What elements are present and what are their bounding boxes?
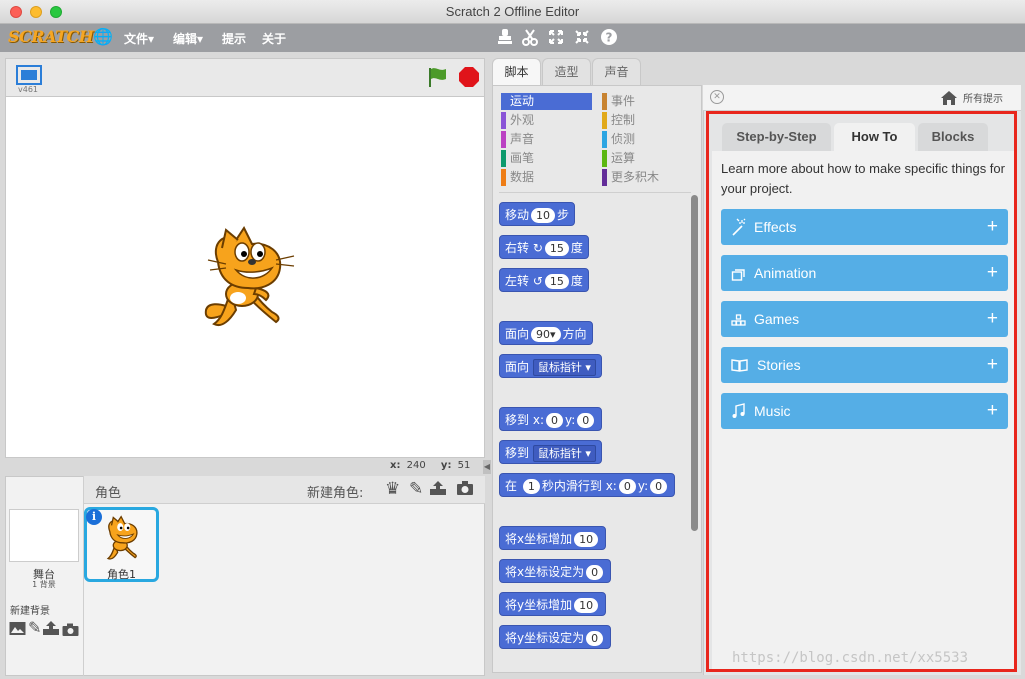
stage-thumbnail[interactable] xyxy=(9,509,79,562)
rotate-counterclockwise-icon: ↺ xyxy=(532,274,543,288)
block-set-x[interactable]: 将x坐标设定为 0 xyxy=(499,559,612,583)
category-motion[interactable]: 运动 xyxy=(501,93,534,110)
block-turn-left[interactable]: 左转 ↺ 15 度 xyxy=(499,268,589,292)
category-pen[interactable]: 画笔 xyxy=(501,150,534,167)
cat-sprite-on-stage[interactable] xyxy=(196,222,296,336)
menu-edit[interactable]: 编辑▾ xyxy=(173,30,203,47)
duplicate-stamp-icon[interactable] xyxy=(497,28,513,50)
glide-y-input[interactable]: 0 xyxy=(650,479,668,494)
change-x-input[interactable]: 10 xyxy=(574,532,599,547)
category-looks[interactable]: 外观 xyxy=(501,112,534,129)
category-events[interactable]: 事件 xyxy=(602,93,635,110)
category-control[interactable]: 控制 xyxy=(602,112,635,129)
menu-bar: SCRATCH 🌐 文件▾ 编辑▾ 提示 关于 ? xyxy=(0,24,1025,52)
goto-x-input[interactable]: 0 xyxy=(546,413,563,428)
watermark: https://blog.csdn.net/xx5533 xyxy=(732,650,969,666)
tab-scripts[interactable]: 脚本 xyxy=(492,58,541,86)
window-title: Scratch 2 Offline Editor xyxy=(445,4,580,19)
stage-header: v461 xyxy=(5,58,485,96)
tips-header: ✕ 所有提示 xyxy=(703,85,1021,111)
turn-left-degrees-input[interactable]: 15 xyxy=(544,274,569,289)
block-go-to-xy[interactable]: 移到 x: 0 y: 0 xyxy=(499,407,603,431)
all-tips-link[interactable]: 所有提示 xyxy=(963,90,1003,105)
move-steps-input[interactable]: 10 xyxy=(531,208,556,223)
block-change-x[interactable]: 将x坐标增加 10 xyxy=(499,526,607,550)
palette-scrollbar[interactable] xyxy=(691,195,698,531)
category-sound[interactable]: 声音 xyxy=(501,131,534,148)
block-set-y[interactable]: 将y坐标设定为 0 xyxy=(499,625,612,649)
x-coord-value: 240 xyxy=(406,460,426,471)
x-coord-label: x: xyxy=(390,460,401,471)
turn-right-degrees-input[interactable]: 15 xyxy=(544,241,569,256)
upload-sprite-icon[interactable] xyxy=(429,480,447,500)
set-y-input[interactable]: 0 xyxy=(586,631,604,646)
block-move-steps[interactable]: 移动 10 步 xyxy=(499,202,576,226)
block-point-towards[interactable]: 面向 鼠标指针 ▾ xyxy=(499,354,602,378)
go-to-dropdown[interactable]: 鼠标指针 ▾ xyxy=(532,445,596,462)
sprite-tile-selected[interactable]: i 角色1 xyxy=(84,507,159,582)
new-sprite-label: 新建角色: xyxy=(307,486,364,501)
menu-tips[interactable]: 提示 xyxy=(222,30,246,47)
camera-new-sprite-icon[interactable] xyxy=(456,480,474,500)
glide-seconds-input[interactable]: 1 xyxy=(522,479,540,494)
title-bar: Scratch 2 Offline Editor xyxy=(0,0,1025,24)
y-coord-value: 51 xyxy=(457,460,471,471)
change-y-input[interactable]: 10 xyxy=(574,598,599,613)
point-towards-dropdown[interactable]: 鼠标指针 ▾ xyxy=(532,359,596,376)
sprite-panel-header: 角色 新建角色: ♛ ✎ xyxy=(83,476,485,504)
set-x-input[interactable]: 0 xyxy=(586,565,604,580)
menu-file[interactable]: 文件▾ xyxy=(124,30,154,47)
backdrop-count: 1 背景 xyxy=(32,580,56,589)
rotate-clockwise-icon: ↻ xyxy=(532,241,543,255)
home-icon[interactable] xyxy=(940,90,958,110)
block-point-in-direction[interactable]: 面向 90▾ 方向 xyxy=(499,321,593,345)
backdrop-library-icon[interactable] xyxy=(9,621,26,640)
mouse-coords: x: 240 y: 51 xyxy=(390,460,470,471)
collapse-stage-arrow[interactable]: ◀ xyxy=(483,460,491,474)
upload-backdrop-icon[interactable] xyxy=(43,621,59,640)
stop-sign-icon[interactable] xyxy=(458,66,480,92)
language-globe-icon[interactable]: 🌐 xyxy=(93,27,113,46)
grow-icon[interactable] xyxy=(548,28,564,50)
camera-backdrop-icon[interactable] xyxy=(62,622,79,641)
shrink-icon[interactable] xyxy=(574,28,590,50)
new-backdrop-label: 新建背景 xyxy=(10,606,50,617)
y-coord-label: y: xyxy=(440,460,452,471)
direction-input[interactable]: 90▾ xyxy=(531,327,561,342)
goto-y-input[interactable]: 0 xyxy=(577,413,595,428)
close-tips-icon[interactable]: ✕ xyxy=(710,90,724,104)
category-more-blocks[interactable]: 更多积木 xyxy=(602,169,659,186)
help-icon[interactable]: ? xyxy=(600,28,618,50)
sprites-title: 角色 xyxy=(95,486,122,501)
cat-sprite-thumbnail xyxy=(99,514,145,566)
paint-backdrop-icon[interactable]: ✎ xyxy=(28,618,41,637)
category-sensing[interactable]: 侦测 xyxy=(602,131,635,148)
tab-sounds[interactable]: 声音 xyxy=(592,58,641,85)
menu-about[interactable]: 关于 xyxy=(262,30,286,47)
scratch-logo[interactable]: SCRATCH xyxy=(8,27,94,46)
category-operators[interactable]: 运算 xyxy=(602,150,635,167)
palette-divider xyxy=(499,192,691,193)
block-go-to[interactable]: 移到 鼠标指针 ▾ xyxy=(499,440,602,464)
choose-sprite-library-icon[interactable]: ♛ xyxy=(385,479,400,499)
highlight-frame xyxy=(706,111,1017,672)
block-change-y[interactable]: 将y坐标增加 10 xyxy=(499,592,607,616)
version-label: v461 xyxy=(18,85,39,94)
sprite-name: 角色1 xyxy=(107,568,136,581)
green-flag-icon[interactable] xyxy=(426,66,450,92)
stage-canvas[interactable] xyxy=(5,96,485,458)
block-turn-right[interactable]: 右转 ↻ 15 度 xyxy=(499,235,589,259)
svg-text:?: ? xyxy=(606,31,613,45)
delete-scissors-icon[interactable] xyxy=(522,28,538,50)
tab-costumes[interactable]: 造型 xyxy=(542,58,591,85)
glide-x-input[interactable]: 0 xyxy=(618,479,636,494)
paint-new-sprite-icon[interactable]: ✎ xyxy=(409,479,423,499)
block-glide[interactable]: 在 1 秒内滑行到 x: 0 y: 0 xyxy=(499,473,676,497)
category-data[interactable]: 数据 xyxy=(501,169,534,186)
